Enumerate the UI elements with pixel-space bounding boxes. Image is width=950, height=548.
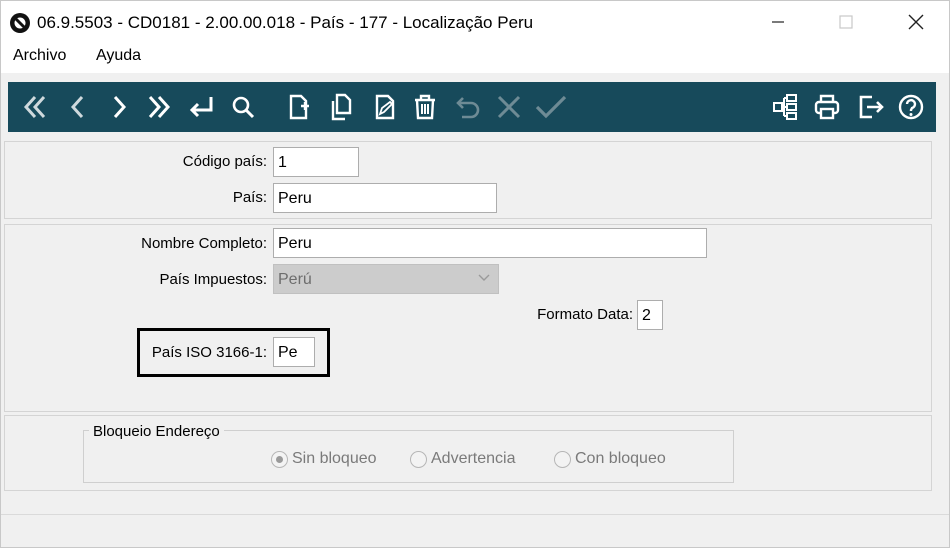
cancel-button[interactable] [492,90,526,124]
menu-ayuda[interactable]: Ayuda [96,47,141,65]
title-bar: 06.9.5503 - CD0181 - 2.00.00.018 - País … [1,1,949,43]
window-title: 06.9.5503 - CD0181 - 2.00.00.018 - País … [37,13,534,32]
help-button[interactable] [894,90,928,124]
chevron-down-icon [478,274,490,281]
undo-icon [456,97,480,119]
last-record-icon [148,95,171,119]
confirm-button[interactable] [534,90,568,124]
pais-impuestos-select[interactable]: Perú [273,264,499,294]
previous-record-icon [70,95,84,119]
delete-button[interactable] [408,90,442,124]
first-record-icon [23,95,46,119]
minimize-button[interactable] [755,1,801,43]
copy-button[interactable] [324,90,358,124]
edit-button[interactable] [368,90,402,124]
confirm-check-icon [535,95,567,119]
radio-sin-bloqueo[interactable]: Sin bloqueo [271,450,377,468]
print-button[interactable] [810,90,844,124]
search-icon [232,96,255,119]
maximize-icon [839,15,853,29]
cancel-x-icon [497,95,521,119]
next-record-icon [113,95,127,119]
radio-advertencia[interactable]: Advertencia [410,450,516,468]
search-button[interactable] [226,90,260,124]
close-icon [908,14,924,30]
app-logo-icon [10,13,30,33]
formato-data-label: Formato Data: [537,306,633,323]
help-icon [898,94,924,120]
pais-impuestos-value: Perú [278,271,312,288]
highlight-annotation-box [137,328,330,377]
minimize-icon [772,21,784,23]
nombre-completo-field[interactable]: Peru [273,228,707,258]
last-record-button[interactable] [142,90,176,124]
status-bar [1,514,949,547]
exit-icon [859,95,884,119]
pais-impuestos-label: País Impuestos: [159,271,267,288]
close-button[interactable] [893,1,939,43]
edit-document-icon [375,94,395,120]
first-record-button[interactable] [18,90,52,124]
goto-enter-icon [189,97,213,118]
menu-archivo[interactable]: Archivo [13,47,66,65]
new-button[interactable] [282,90,316,124]
radio-con-bloqueo-label: Con bloqueo [575,450,666,467]
radio-con-bloqueo[interactable]: Con bloqueo [554,450,666,468]
print-icon [814,94,840,120]
toolbar [8,82,936,132]
copy-document-icon [331,93,352,121]
undo-button[interactable] [451,90,485,124]
new-document-icon [289,94,309,120]
menu-bar: Archivo Ayuda [1,43,949,73]
radio-selected-icon [271,450,288,468]
formato-data-field[interactable]: 2 [637,300,663,330]
pais-label: País: [232,189,267,206]
exit-button[interactable] [854,90,888,124]
maximize-button[interactable] [823,1,869,43]
bloqueio-title: Bloqueio Endereço [89,423,224,440]
goto-button[interactable] [184,90,218,124]
app-window: 06.9.5503 - CD0181 - 2.00.00.018 - País … [0,0,950,548]
tree-structure-icon [773,94,797,120]
bloqueio-panel: Bloqueio Endereço Sin bloqueo Advertenci… [4,415,932,491]
delete-trash-icon [415,94,435,120]
identification-panel: Código país: 1 País: Peru [4,141,932,219]
pais-field[interactable]: Peru [273,183,497,213]
codigo-pais-label: Código país: [182,153,267,170]
radio-unselected-icon [410,450,427,468]
next-record-button[interactable] [102,90,136,124]
structure-button[interactable] [768,90,802,124]
previous-record-button[interactable] [61,90,95,124]
radio-unselected-icon [554,450,571,468]
nombre-completo-label: Nombre Completo: [141,235,267,252]
radio-advertencia-label: Advertencia [431,450,516,467]
radio-sin-bloqueo-label: Sin bloqueo [292,450,377,467]
codigo-pais-field[interactable]: 1 [273,147,359,177]
details-panel: Nombre Completo: Peru País Impuestos: Pe… [4,224,932,412]
